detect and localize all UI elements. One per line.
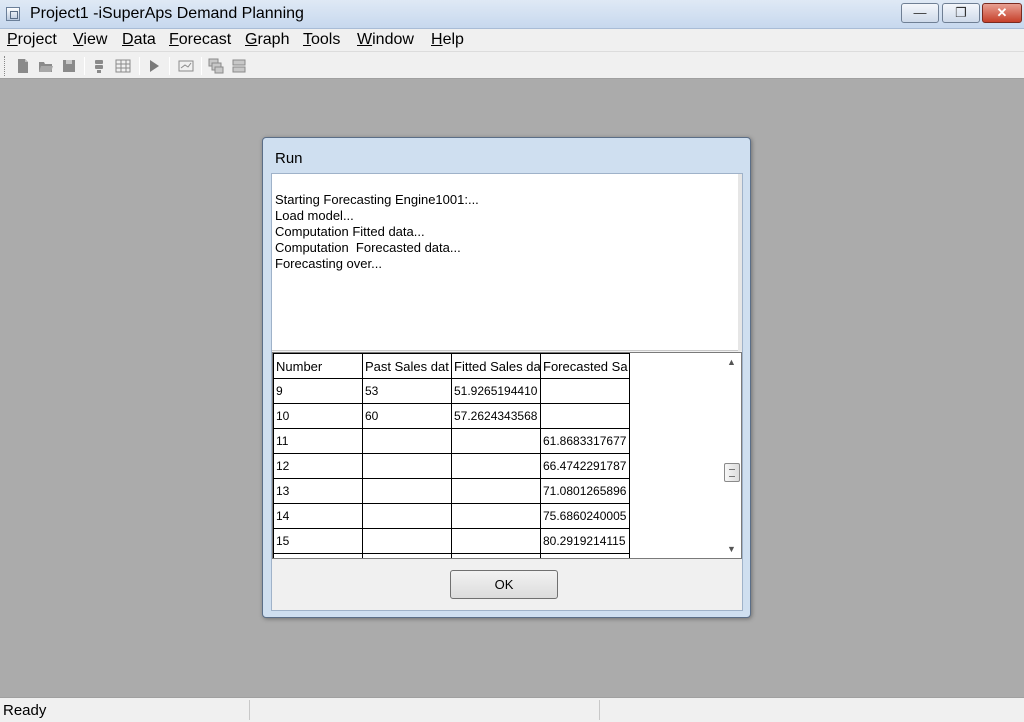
dialog-body: Starting Forecasting Engine1001:... Load…	[271, 173, 743, 611]
run-dialog: Run Starting Forecasting Engine1001:... …	[262, 137, 751, 618]
scroll-thumb[interactable]	[724, 463, 740, 482]
log-line: Computation Fitted data...	[275, 224, 425, 239]
table-cell[interactable]: 71.0801265896	[540, 478, 630, 504]
toolbar	[0, 51, 1024, 79]
table-cell[interactable]	[540, 403, 630, 429]
window-title: Project1 -iSuperAps Demand Planning	[30, 5, 304, 22]
table-cell[interactable]: 12	[273, 453, 363, 479]
status-bar: Ready	[0, 697, 1024, 722]
title-bar: Project1 -iSuperAps Demand Planning — ❐ …	[0, 0, 1024, 29]
table-cell[interactable]	[540, 553, 630, 558]
table-cell[interactable]: 80.2919214115	[540, 528, 630, 554]
table-cell[interactable]: 15	[273, 528, 363, 554]
table-cell[interactable]: 11	[273, 428, 363, 454]
table-cell[interactable]	[540, 378, 630, 404]
table-row: 13 71.0801265896	[273, 478, 630, 504]
import-icon[interactable]	[91, 58, 107, 74]
run-log: Starting Forecasting Engine1001:... Load…	[272, 174, 742, 351]
scroll-down-arrow-icon[interactable]: ▼	[722, 540, 741, 558]
table-cell[interactable]: 61.8683317677	[540, 428, 630, 454]
table-row: 10 60 57.2624343568	[273, 403, 630, 429]
table-cell[interactable]: 9	[273, 378, 363, 404]
table-cell[interactable]	[362, 553, 452, 558]
app-icon	[6, 7, 20, 21]
table-cell[interactable]: 60	[362, 403, 452, 429]
table-cell[interactable]: 14	[273, 503, 363, 529]
grid-vertical-scrollbar[interactable]: ▲ ▼	[722, 353, 741, 558]
table-cell[interactable]: 75.6860240005	[540, 503, 630, 529]
status-pane	[599, 700, 1024, 720]
log-line: Load model...	[275, 208, 354, 223]
status-text: Ready	[3, 702, 47, 719]
menu-bar: Project View Data Forecast Graph Tools W…	[0, 29, 1024, 51]
table-cell[interactable]	[362, 478, 452, 504]
table-header-row: Number Past Sales dat Fitted Sales da Fo…	[273, 353, 630, 379]
menu-tools[interactable]: Tools	[303, 31, 340, 49]
table-cell[interactable]	[451, 453, 541, 479]
dialog-title: Run	[275, 150, 303, 167]
table-cell[interactable]	[451, 528, 541, 554]
menu-graph[interactable]: Graph	[245, 31, 289, 49]
toolbar-separator	[139, 57, 140, 75]
table-row-partial	[273, 553, 630, 558]
log-line: Starting Forecasting Engine1001:...	[275, 192, 479, 207]
table-row: 15 80.2919214115	[273, 528, 630, 554]
table-row: 11 61.8683317677	[273, 428, 630, 454]
forecast-table: Number Past Sales dat Fitted Sales da Fo…	[273, 353, 630, 558]
column-header-fitted-sales[interactable]: Fitted Sales da	[451, 353, 541, 379]
table-cell[interactable]	[362, 453, 452, 479]
column-header-forecasted-sales[interactable]: Forecasted Sa	[540, 353, 630, 379]
menu-data[interactable]: Data	[122, 31, 156, 49]
cascade-windows-icon[interactable]	[208, 58, 224, 74]
menu-view[interactable]: View	[73, 31, 107, 49]
menu-help[interactable]: Help	[431, 31, 464, 49]
column-header-past-sales[interactable]: Past Sales dat	[362, 353, 452, 379]
toolbar-separator	[201, 57, 202, 75]
table-cell[interactable]	[451, 503, 541, 529]
table-cell[interactable]: 51.9265194410	[451, 378, 541, 404]
table-cell[interactable]: 13	[273, 478, 363, 504]
toolbar-separator	[84, 57, 85, 75]
ok-button[interactable]: OK	[450, 570, 558, 599]
log-line: Computation Forecasted data...	[275, 240, 461, 255]
chart-icon[interactable]	[178, 58, 194, 74]
toolbar-grip[interactable]	[4, 56, 7, 76]
table-cell[interactable]	[451, 478, 541, 504]
table-row: 12 66.4742291787	[273, 453, 630, 479]
new-file-icon[interactable]	[15, 58, 31, 74]
table-cell[interactable]	[362, 528, 452, 554]
menu-forecast[interactable]: Forecast	[169, 31, 231, 49]
table-row: 9 53 51.9265194410	[273, 378, 630, 404]
table-cell[interactable]	[451, 553, 541, 558]
table-cell[interactable]: 57.2624343568	[451, 403, 541, 429]
toolbar-separator	[169, 57, 170, 75]
table-icon[interactable]	[115, 58, 131, 74]
log-scrollbar[interactable]	[738, 174, 742, 351]
scroll-up-arrow-icon[interactable]: ▲	[722, 353, 741, 371]
table-cell[interactable]: 10	[273, 403, 363, 429]
open-folder-icon[interactable]	[38, 58, 54, 74]
table-cell[interactable]	[362, 503, 452, 529]
status-pane	[249, 700, 599, 720]
run-icon[interactable]	[146, 58, 162, 74]
menu-project[interactable]: Project	[7, 31, 57, 49]
log-line: Forecasting over...	[275, 256, 382, 271]
minimize-button[interactable]: —	[901, 3, 939, 23]
menu-window[interactable]: Window	[357, 31, 414, 49]
forecast-data-grid[interactable]: Number Past Sales dat Fitted Sales da Fo…	[272, 352, 742, 559]
column-header-number[interactable]: Number	[273, 353, 363, 379]
table-cell[interactable]: 66.4742291787	[540, 453, 630, 479]
table-cell[interactable]	[273, 553, 363, 558]
table-cell[interactable]	[362, 428, 452, 454]
save-icon[interactable]	[61, 58, 77, 74]
restore-button[interactable]: ❐	[942, 3, 980, 23]
tile-windows-icon[interactable]	[231, 58, 247, 74]
table-cell[interactable]	[451, 428, 541, 454]
table-row: 14 75.6860240005	[273, 503, 630, 529]
close-button[interactable]: ✕	[982, 3, 1022, 23]
table-cell[interactable]: 53	[362, 378, 452, 404]
